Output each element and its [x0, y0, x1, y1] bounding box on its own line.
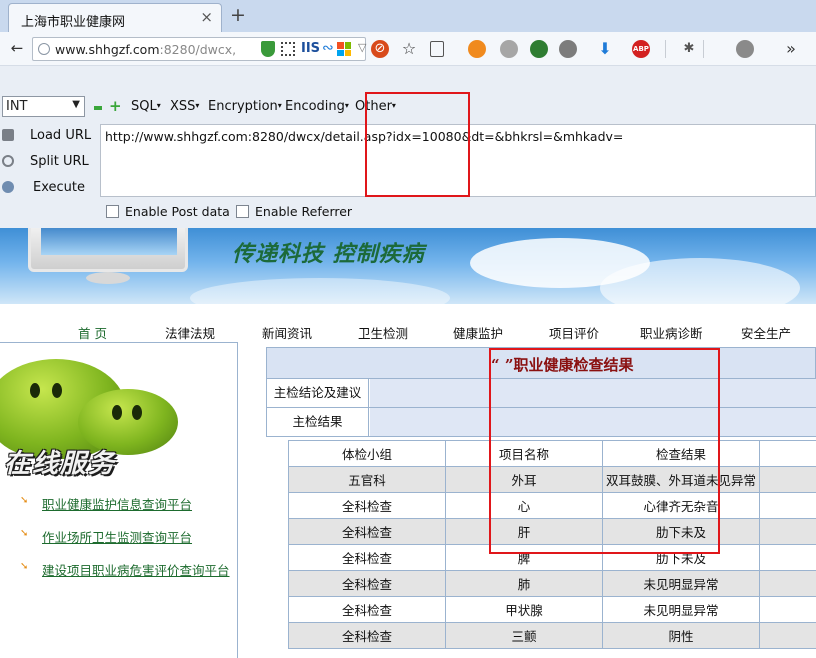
column-header	[759, 440, 816, 467]
table-row: 全科检查 甲状腺 未见明显异常	[288, 596, 816, 623]
cloud-decoration	[190, 278, 450, 304]
globe-icon	[38, 43, 50, 55]
service-sidebar: 在线服务 ➘ 职业健康监护信息查询平台 ➘ 作业场所卫生监测查询平台 ➘ 建设项…	[0, 342, 238, 658]
table-cell: 肺	[445, 570, 603, 597]
chevron-down-icon: ▼	[72, 99, 80, 110]
table-cell	[759, 622, 816, 649]
adblock-icon[interactable]: ABP	[632, 40, 650, 58]
execute-button[interactable]: Execute	[0, 178, 96, 200]
bug-icon[interactable]: ✱	[680, 40, 698, 58]
back-icon[interactable]: ←	[6, 38, 28, 60]
split-url-button[interactable]: Split URL	[0, 152, 96, 174]
arrow-icon: ➘	[20, 495, 29, 506]
encryption-menu[interactable]: Encryption▾	[208, 99, 282, 114]
table-cell: 未见明显异常	[602, 570, 760, 597]
load-url-button[interactable]: Load URL	[0, 126, 96, 148]
encoding-menu[interactable]: Encoding▾	[285, 99, 349, 114]
site-navigation: 首 页 法律法规 新闻资讯 卫生检测 健康监护 项目评价 职业病诊断 安全生产	[0, 304, 816, 342]
nav-news[interactable]: 新闻资讯	[262, 323, 312, 342]
table-cell: 三颤	[445, 622, 603, 649]
table-cell: 全科检查	[288, 596, 446, 623]
enable-post-data-checkbox[interactable]: Enable Post data	[106, 204, 236, 220]
close-tab-icon[interactable]: ×	[200, 8, 213, 26]
highlight-box-url	[365, 92, 470, 197]
scissors-icon	[2, 155, 14, 167]
table-cell: 全科检查	[288, 570, 446, 597]
link-workplace-monitoring-platform[interactable]: ➘ 作业场所卫生监测查询平台	[20, 527, 220, 545]
shield-icon[interactable]	[261, 41, 275, 57]
column-header: 体检小组	[288, 440, 446, 467]
tab-strip: 上海市职业健康网 × +	[0, 0, 816, 32]
green-shield-icon[interactable]	[530, 40, 548, 58]
nav-laws[interactable]: 法律法规	[165, 323, 215, 342]
nav-occupational-diagnosis[interactable]: 职业病诊断	[640, 323, 703, 342]
download-icon[interactable]: ⬇	[596, 40, 614, 58]
table-cell: 全科检查	[288, 492, 446, 519]
toolbar-separator	[665, 40, 666, 58]
conclusion-label: 主检结论及建议	[267, 379, 369, 407]
link-project-evaluation-platform[interactable]: ➘ 建设项目职业病危害评价查询平台	[20, 560, 234, 578]
tab-title: 上海市职业健康网	[21, 15, 126, 30]
overflow-menu-icon[interactable]: »	[782, 40, 800, 58]
table-cell	[759, 518, 816, 545]
online-service-logo: 在线服务	[4, 449, 117, 479]
highlight-box-results	[489, 348, 720, 554]
table-cell	[759, 492, 816, 519]
table-cell	[759, 544, 816, 571]
block-icon[interactable]: ⊘	[371, 40, 389, 58]
decrease-icon[interactable]	[94, 106, 102, 110]
play-icon	[2, 181, 14, 193]
settings-ball-icon[interactable]	[736, 40, 754, 58]
monitor-illustration	[28, 228, 188, 272]
table-row: 全科检查肺未见明显异常	[288, 570, 816, 597]
nav-hygiene-testing[interactable]: 卫生检测	[358, 323, 408, 342]
load-url-icon	[2, 129, 14, 141]
sql-menu[interactable]: SQL▾	[131, 99, 161, 114]
browser-tab[interactable]: 上海市职业健康网 ×	[8, 3, 222, 32]
arrow-icon: ➘	[20, 528, 29, 539]
addon-face-icon[interactable]	[468, 40, 486, 58]
injection-type-value: INT	[6, 99, 28, 114]
url-text: www.shhgzf.com:8280/dwcx,	[55, 42, 237, 57]
table-cell: 五官科	[288, 466, 446, 493]
table-cell: 全科检查	[288, 622, 446, 649]
toolbar-separator	[703, 40, 704, 58]
wave-icon: ∾	[322, 40, 334, 56]
xss-menu[interactable]: XSS▾	[170, 99, 199, 114]
qr-code-icon[interactable]	[281, 42, 295, 56]
gray-ball-icon[interactable]	[559, 40, 577, 58]
arrow-icon: ➘	[20, 561, 29, 572]
monitor-stand	[86, 272, 130, 284]
banner-slogan: 传递科技 控制疾病	[232, 241, 425, 267]
iis-icon[interactable]: IIS	[301, 41, 320, 56]
link-health-monitoring-platform[interactable]: ➘ 职业健康监护信息查询平台	[20, 494, 220, 512]
nav-project-evaluation[interactable]: 项目评价	[549, 323, 599, 342]
url-bar[interactable]: www.shhgzf.com:8280/dwcx, IIS ∾ ▽ ↻	[32, 37, 390, 61]
table-cell: 全科检查	[288, 518, 446, 545]
bookmark-star-icon[interactable]: ☆	[400, 40, 418, 58]
table-cell	[759, 466, 816, 493]
site-banner: 传递科技 控制疾病	[0, 228, 816, 304]
new-tab-icon[interactable]: +	[230, 4, 246, 26]
enable-referrer-checkbox[interactable]: Enable Referrer	[236, 204, 366, 220]
nav-health-monitoring[interactable]: 健康监护	[453, 323, 503, 342]
main-result-label: 主检结果	[267, 408, 369, 436]
navigation-toolbar: ← www.shhgzf.com:8280/dwcx, IIS ∾ ▽ ↻ ⊘ …	[0, 32, 816, 66]
table-cell: 甲状腺	[445, 596, 603, 623]
windows-logo-icon[interactable]	[337, 42, 351, 56]
palette-icon[interactable]	[500, 40, 518, 58]
table-cell	[759, 570, 816, 597]
increase-icon[interactable]: +	[109, 97, 122, 115]
injection-type-select[interactable]: INT ▼	[2, 96, 85, 117]
table-row: 全科检查 三颤 阴性	[288, 622, 816, 649]
table-cell: 阴性	[602, 622, 760, 649]
nav-safety[interactable]: 安全生产	[741, 323, 791, 342]
table-cell	[759, 596, 816, 623]
reading-list-icon[interactable]	[430, 41, 444, 57]
table-cell: 全科检查	[288, 544, 446, 571]
nav-home[interactable]: 首 页	[78, 323, 107, 342]
table-cell: 未见明显异常	[602, 596, 760, 623]
url-dropdown-icon[interactable]: ▽	[358, 41, 366, 54]
